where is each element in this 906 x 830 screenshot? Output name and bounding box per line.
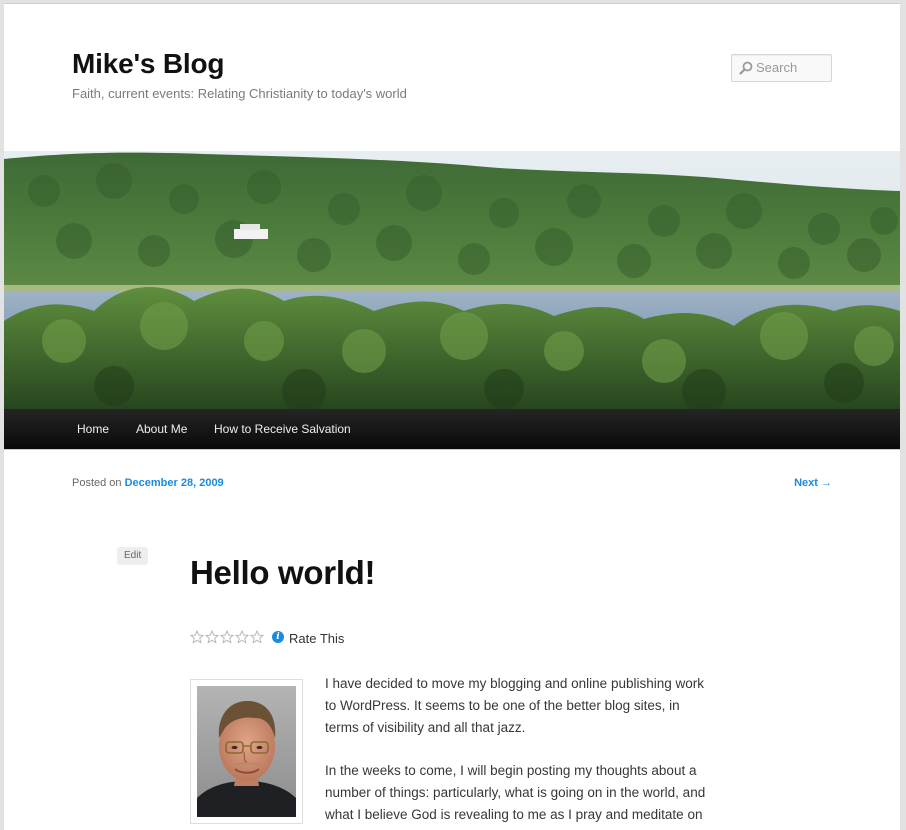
site-description: Faith, current events: Relating Christia… (72, 86, 407, 101)
site-title[interactable]: Mike's Blog (72, 48, 224, 80)
next-post-link[interactable]: Next → (794, 477, 832, 489)
entry-title: Hello world! (190, 554, 376, 591)
rating-star-1[interactable] (190, 630, 204, 644)
search-icon (739, 61, 753, 75)
author-photo-frame (190, 679, 303, 824)
rating-star-4[interactable] (235, 630, 249, 644)
entry-content: I have decided to move my blogging and o… (325, 673, 715, 830)
nav-item-about-me[interactable]: About Me (136, 422, 187, 436)
page: Mike's Blog Faith, current events: Relat… (4, 3, 900, 830)
posted-on-label: Posted on (72, 477, 122, 489)
post-date-link[interactable]: December 28, 2009 (125, 477, 224, 489)
search-input[interactable] (756, 57, 828, 77)
post-meta: Posted on December 28, 2009 (72, 477, 224, 489)
search-box[interactable] (731, 54, 832, 82)
header-image[interactable] (4, 151, 900, 409)
author-photo (197, 686, 296, 817)
main-navigation: Home About Me How to Receive Salvation (4, 409, 900, 450)
entry-paragraph: I have decided to move my blogging and o… (325, 676, 704, 735)
rating-star-3[interactable] (220, 630, 234, 644)
entry-paragraph: In the weeks to come, I will begin posti… (325, 763, 706, 822)
nav-item-how-to-receive-salvation[interactable]: How to Receive Salvation (214, 422, 351, 436)
info-icon[interactable]: i (272, 631, 284, 643)
rating-star-5[interactable] (250, 630, 264, 644)
nav-item-home[interactable]: Home (77, 422, 109, 436)
rating-star-2[interactable] (205, 630, 219, 644)
edit-button[interactable]: Edit (117, 547, 149, 565)
rate-this-label: Rate This (289, 631, 345, 646)
